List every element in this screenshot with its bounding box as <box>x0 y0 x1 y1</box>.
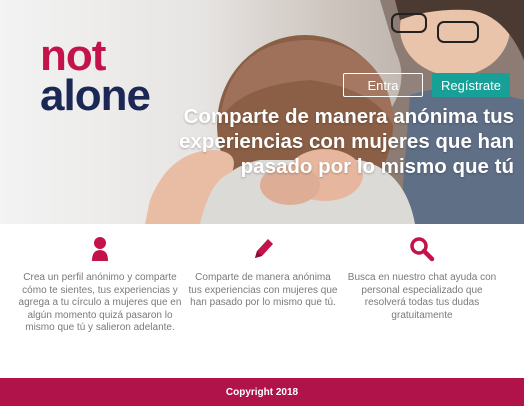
hero-banner: not alone Entra Regístrate Comparte de m… <box>0 0 524 224</box>
feature-share: Comparte de manera anónima tus experienc… <box>188 236 338 310</box>
copyright-text: Copyright 2018 <box>225 386 299 398</box>
feature-profile-text: Crea un perfil anónimo y comparte cómo t… <box>18 272 182 333</box>
logo-line-2: alone <box>40 71 151 120</box>
footer: Copyright 2018 <box>0 378 524 406</box>
register-button[interactable]: Regístrate <box>432 73 510 97</box>
feature-profile: Crea un perfil anónimo y comparte cómo t… <box>14 236 186 335</box>
feature-share-text: Comparte de manera anónima tus experienc… <box>188 272 338 308</box>
login-button[interactable]: Entra <box>343 73 423 97</box>
user-icon <box>92 237 108 261</box>
logo-line-1: not <box>40 31 106 80</box>
feature-chat-text: Busca en nuestro chat ayuda con personal… <box>347 272 497 321</box>
feature-chat: Busca en nuestro chat ayuda con personal… <box>340 236 504 322</box>
pencil-icon <box>255 239 273 258</box>
search-icon <box>410 237 435 262</box>
brand-logo[interactable]: not alone <box>40 31 151 120</box>
hero-headline: Comparte de manera anónima tus experienc… <box>179 105 514 178</box>
